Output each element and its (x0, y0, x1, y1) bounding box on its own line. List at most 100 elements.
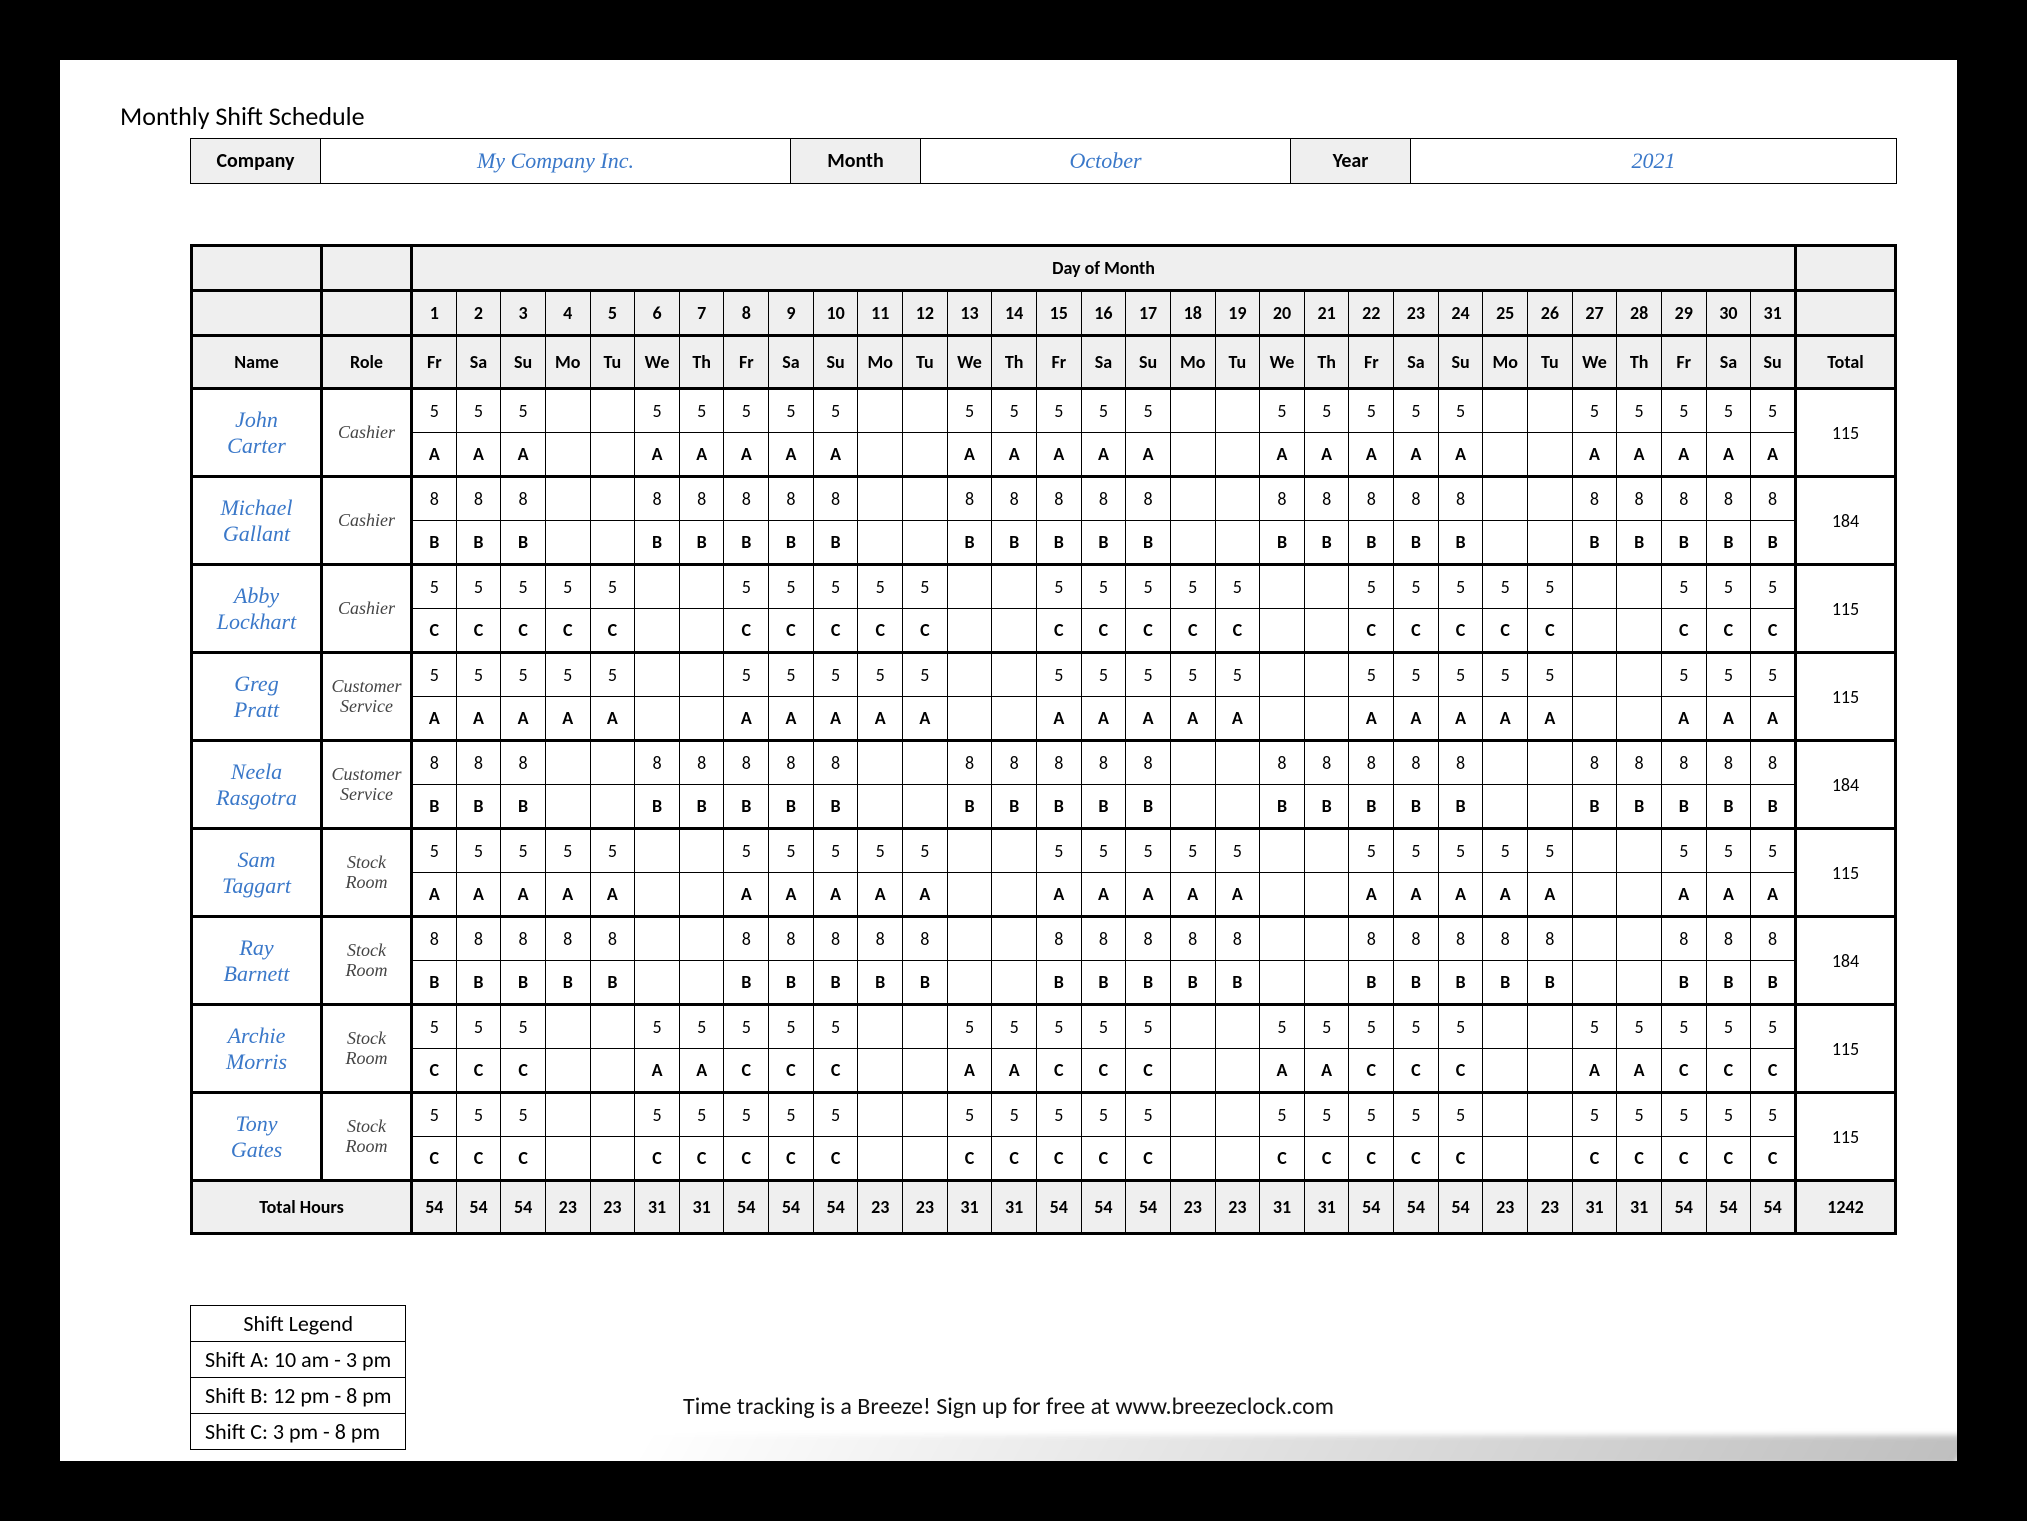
hours-cell: 5 (1572, 1005, 1617, 1049)
shift-cell: C (1572, 1137, 1617, 1181)
header-blank (192, 246, 322, 291)
shift-cell: B (1081, 521, 1126, 565)
shift-cell (1215, 1049, 1260, 1093)
hours-cell: 8 (813, 917, 858, 961)
shift-cell: B (858, 961, 903, 1005)
hours-cell (590, 1093, 635, 1137)
shift-cell: B (1036, 961, 1081, 1005)
hours-cell: 5 (947, 389, 992, 433)
hours-cell: 5 (456, 565, 501, 609)
employee-role: Cashier (322, 477, 412, 565)
shift-cell (858, 521, 903, 565)
hours-cell: 5 (1394, 1005, 1439, 1049)
shift-cell (545, 521, 590, 565)
employee-total: 115 (1796, 389, 1896, 477)
hours-cell: 5 (590, 653, 635, 697)
shift-cell: A (724, 697, 769, 741)
shift-cell: A (1349, 433, 1394, 477)
hours-cell (858, 741, 903, 785)
shift-cell: A (1617, 433, 1662, 477)
hours-cell (1483, 1093, 1528, 1137)
year-value: 2021 (1411, 139, 1897, 184)
hours-cell: 5 (769, 653, 814, 697)
shift-cell: A (1483, 697, 1528, 741)
hours-cell: 5 (1617, 389, 1662, 433)
hours-cell (992, 917, 1037, 961)
shift-cell (858, 433, 903, 477)
shift-cell: C (947, 1137, 992, 1181)
shift-cell: B (679, 521, 724, 565)
shift-cell (947, 961, 992, 1005)
shift-cell: A (1304, 1049, 1349, 1093)
column-total: 23 (903, 1181, 948, 1234)
hours-cell: 8 (1394, 917, 1439, 961)
hours-cell: 5 (724, 653, 769, 697)
shift-cell (992, 697, 1037, 741)
day-number: 23 (1394, 291, 1439, 336)
day-number: 15 (1036, 291, 1081, 336)
shift-cell (635, 961, 680, 1005)
shift-cell (1483, 785, 1528, 829)
employee-role: CustomerService (322, 741, 412, 829)
hours-cell: 5 (635, 389, 680, 433)
header-blank (322, 246, 412, 291)
employee-role: CustomerService (322, 653, 412, 741)
hours-cell: 5 (412, 389, 457, 433)
shift-cell: A (1260, 433, 1305, 477)
shift-cell: C (412, 609, 457, 653)
shift-cell: B (1126, 961, 1171, 1005)
shift-cell: A (1438, 433, 1483, 477)
shift-cell: C (1438, 1137, 1483, 1181)
employee-name: NeelaRasgotra (192, 741, 322, 829)
shift-cell: C (1528, 609, 1573, 653)
hours-cell: 5 (813, 829, 858, 873)
shift-cell: B (1215, 961, 1260, 1005)
weekday-header: Tu (903, 336, 948, 389)
shift-cell: B (947, 785, 992, 829)
hours-cell: 5 (1617, 1093, 1662, 1137)
hours-cell: 5 (1170, 565, 1215, 609)
hours-cell: 8 (1349, 917, 1394, 961)
shift-cell (1528, 1137, 1573, 1181)
hours-cell: 5 (1081, 829, 1126, 873)
shift-cell: B (1661, 521, 1706, 565)
shift-cell: C (1751, 609, 1796, 653)
shift-cell: A (724, 433, 769, 477)
shift-cell: C (545, 609, 590, 653)
hours-cell: 8 (1394, 741, 1439, 785)
shift-cell: A (1751, 697, 1796, 741)
shift-cell: A (1438, 873, 1483, 917)
hours-cell: 5 (1483, 565, 1528, 609)
column-total: 54 (1706, 1181, 1751, 1234)
column-total: 54 (1036, 1181, 1081, 1234)
shift-cell: C (769, 1137, 814, 1181)
hours-cell: 8 (1528, 917, 1573, 961)
column-total: 54 (1661, 1181, 1706, 1234)
shift-cell (679, 697, 724, 741)
hours-cell: 5 (501, 389, 546, 433)
shift-cell (1483, 433, 1528, 477)
hours-cell (1483, 477, 1528, 521)
shift-cell: C (1349, 609, 1394, 653)
weekday-header: Tu (1215, 336, 1260, 389)
hours-cell: 5 (724, 1005, 769, 1049)
hours-cell: 5 (1304, 1093, 1349, 1137)
shift-cell: B (1438, 961, 1483, 1005)
hours-cell: 5 (1126, 1005, 1171, 1049)
hours-cell: 5 (947, 1005, 992, 1049)
hours-cell: 5 (1751, 653, 1796, 697)
weekday-header: Th (992, 336, 1037, 389)
shift-cell: A (1081, 433, 1126, 477)
shift-cell: A (501, 873, 546, 917)
shift-cell: C (1661, 1137, 1706, 1181)
shift-cell: C (456, 1049, 501, 1093)
shift-cell: C (1126, 1137, 1171, 1181)
schedule-table: Day of Month1234567891011121314151617181… (190, 244, 1897, 1235)
hours-cell: 5 (724, 829, 769, 873)
shift-cell: A (858, 873, 903, 917)
hours-cell: 5 (456, 1005, 501, 1049)
employee-total: 115 (1796, 1093, 1896, 1181)
hours-cell (1572, 653, 1617, 697)
column-total: 54 (1126, 1181, 1171, 1234)
shift-cell: C (1751, 1049, 1796, 1093)
